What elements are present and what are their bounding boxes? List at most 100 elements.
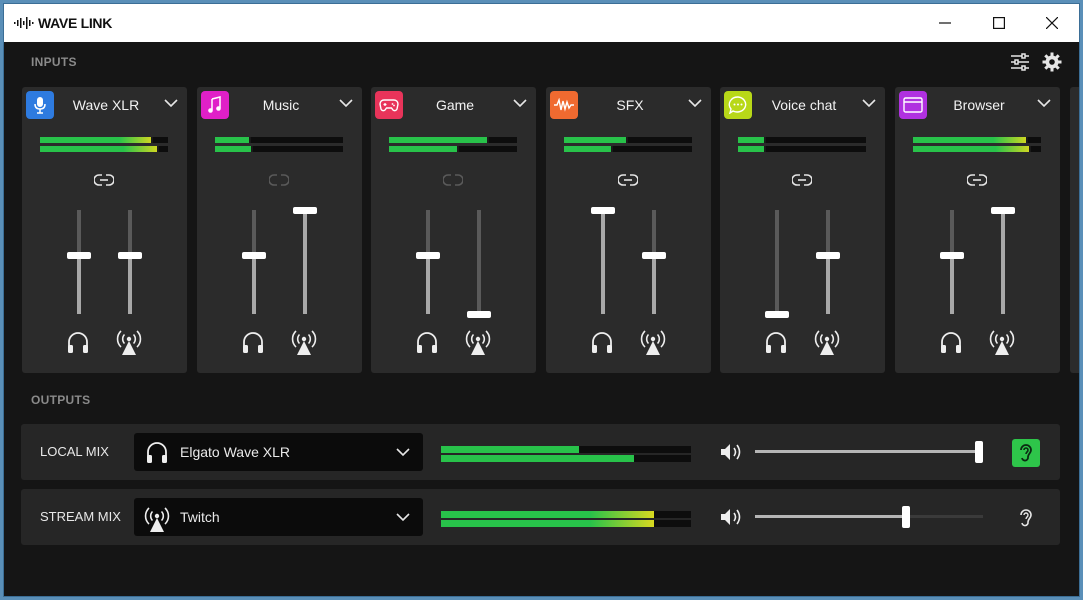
peak-marker xyxy=(457,146,459,152)
channel-sfx: SFX xyxy=(546,87,711,373)
output-device-select[interactable]: Elgato Wave XLR xyxy=(134,433,423,471)
broadcast-icon xyxy=(814,330,840,355)
monitor-mix-fader[interactable] xyxy=(252,210,256,314)
speaker-volume-icon[interactable] xyxy=(719,507,745,527)
channel-name: Voice chat xyxy=(771,97,837,113)
peak-marker xyxy=(1026,137,1028,143)
broadcast-icon xyxy=(144,507,170,532)
stream-fader-knob[interactable] xyxy=(991,207,1015,214)
peak-marker xyxy=(1029,146,1031,152)
monitor-mix-fader[interactable] xyxy=(950,210,954,314)
channel-header[interactable]: Wave XLR xyxy=(22,87,187,123)
listen-toggle-button[interactable] xyxy=(1012,504,1040,532)
headphones-icon xyxy=(766,332,786,353)
monitor-fader-knob[interactable] xyxy=(416,252,440,259)
stream-mix-fader[interactable] xyxy=(826,210,830,314)
volume-slider-knob[interactable] xyxy=(902,506,910,528)
stream-mix-fader[interactable] xyxy=(1001,210,1005,314)
channel-header[interactable]: Browser xyxy=(895,87,1060,123)
monitor-mix-fader[interactable] xyxy=(77,210,81,314)
chevron-down-icon[interactable] xyxy=(1037,99,1051,108)
chevron-down-icon[interactable] xyxy=(339,99,353,108)
monitor-fader-knob[interactable] xyxy=(940,252,964,259)
peak-marker xyxy=(151,137,153,143)
broadcast-icon xyxy=(116,330,142,355)
channel-header[interactable]: Music xyxy=(197,87,362,123)
stream-fader-knob[interactable] xyxy=(293,207,317,214)
unlink-icon[interactable] xyxy=(269,173,289,187)
chat-bubble-icon xyxy=(724,91,752,119)
level-meter-right xyxy=(564,146,692,152)
app-title: WAVE LINK xyxy=(38,15,113,31)
unlink-icon[interactable] xyxy=(443,173,463,187)
maximize-button[interactable] xyxy=(972,4,1026,42)
volume-slider-track[interactable] xyxy=(755,515,983,518)
chevron-down-icon[interactable] xyxy=(862,99,876,108)
close-button[interactable] xyxy=(1025,4,1079,42)
monitor-mix-fader[interactable] xyxy=(601,210,605,314)
link-icon[interactable] xyxy=(967,173,987,187)
mix-label: LOCAL MIX xyxy=(40,444,109,459)
stream-mix-fader[interactable] xyxy=(652,210,656,314)
stream-fader-knob[interactable] xyxy=(642,252,666,259)
gear-icon[interactable] xyxy=(1042,52,1062,72)
level-meter-right xyxy=(40,146,168,152)
monitor-mix-fader[interactable] xyxy=(426,210,430,314)
volume-slider-knob[interactable] xyxy=(975,441,983,463)
output-meter-left xyxy=(441,511,691,518)
link-icon[interactable] xyxy=(618,173,638,187)
peak-marker xyxy=(249,137,251,143)
peak-marker xyxy=(626,137,628,143)
peak-marker xyxy=(487,137,489,143)
headphones-icon xyxy=(147,442,167,463)
stream-mix-fader[interactable] xyxy=(128,210,132,314)
volume-slider-track[interactable] xyxy=(755,450,983,453)
chevron-down-icon xyxy=(396,448,410,457)
music-note-icon xyxy=(201,91,229,119)
level-meter-left xyxy=(40,137,168,143)
monitor-fader-knob[interactable] xyxy=(765,311,789,318)
channel-name: Game xyxy=(435,97,475,113)
headphones-icon xyxy=(941,332,961,353)
speaker-volume-icon[interactable] xyxy=(719,442,745,462)
level-meter-right xyxy=(913,146,1041,152)
close-icon xyxy=(1046,17,1058,29)
channel-name: Wave XLR xyxy=(72,97,140,113)
peak-marker xyxy=(764,137,766,143)
stream-fader-knob[interactable] xyxy=(467,311,491,318)
monitor-fader-knob[interactable] xyxy=(591,207,615,214)
channel-header[interactable]: Game xyxy=(371,87,536,123)
monitor-fader-knob[interactable] xyxy=(242,252,266,259)
output-meter-left xyxy=(441,446,691,453)
browser-window-icon xyxy=(899,91,927,119)
channel-music: Music xyxy=(197,87,362,373)
level-meter-left xyxy=(389,137,517,143)
peak-marker xyxy=(251,146,253,152)
stream-mix-fader[interactable] xyxy=(477,210,481,314)
stream-mix-fader[interactable] xyxy=(303,210,307,314)
app-window: WAVE LINK INPUTS Wave XLR Music Game SFX… xyxy=(4,4,1079,596)
minimize-button[interactable] xyxy=(918,4,972,42)
output-meter-right xyxy=(441,455,691,462)
chevron-down-icon[interactable] xyxy=(688,99,702,108)
chevron-down-icon[interactable] xyxy=(513,99,527,108)
device-name: Elgato Wave XLR xyxy=(180,444,290,460)
link-icon[interactable] xyxy=(94,173,114,187)
listen-toggle-button[interactable] xyxy=(1012,439,1040,467)
output-device-select[interactable]: Twitch xyxy=(134,498,423,536)
channel-header[interactable]: Voice chat xyxy=(720,87,885,123)
stream-fader-knob[interactable] xyxy=(816,252,840,259)
headphones-icon xyxy=(417,332,437,353)
headphones-icon xyxy=(592,332,612,353)
monitor-mix-fader[interactable] xyxy=(775,210,779,314)
stream-fader-knob[interactable] xyxy=(118,252,142,259)
broadcast-icon xyxy=(291,330,317,355)
mixer-settings-icon[interactable] xyxy=(1010,52,1030,72)
broadcast-icon xyxy=(640,330,666,355)
peak-marker xyxy=(611,146,613,152)
channel-header[interactable]: SFX xyxy=(546,87,711,123)
monitor-fader-knob[interactable] xyxy=(67,252,91,259)
link-icon[interactable] xyxy=(792,173,812,187)
chevron-down-icon[interactable] xyxy=(164,99,178,108)
ear-icon xyxy=(1020,509,1032,527)
